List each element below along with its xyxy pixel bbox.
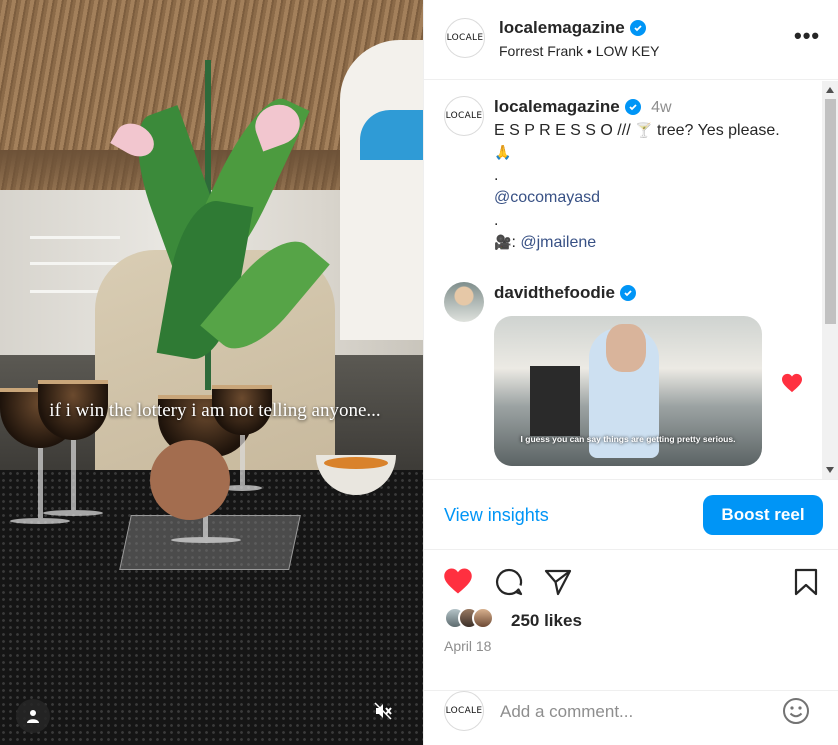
verified-badge-icon bbox=[619, 285, 636, 302]
author-avatar[interactable]: LOCALE bbox=[445, 18, 485, 58]
commenter-avatar[interactable] bbox=[444, 282, 484, 322]
caption-dot: . bbox=[494, 166, 499, 184]
save-button[interactable] bbox=[793, 567, 823, 597]
comment-icon bbox=[496, 568, 523, 596]
view-insights-link[interactable]: View insights bbox=[444, 505, 549, 526]
bookmark-icon bbox=[794, 568, 818, 596]
comment-body: davidthefoodie bbox=[494, 282, 814, 306]
post-date[interactable]: April 18 bbox=[444, 638, 491, 654]
comment-button[interactable] bbox=[494, 567, 524, 597]
paper-plane-icon bbox=[544, 569, 572, 596]
smiley-icon bbox=[783, 698, 809, 724]
mention-link[interactable]: @jmailene bbox=[520, 234, 596, 251]
shelf bbox=[30, 262, 120, 265]
verified-badge-icon bbox=[624, 99, 641, 116]
post-actions: 250 likes April 18 bbox=[424, 551, 838, 691]
more-options-icon[interactable]: ••• bbox=[794, 25, 820, 47]
mute-button[interactable] bbox=[366, 694, 400, 728]
comment-username[interactable]: davidthefoodie bbox=[494, 282, 636, 305]
scrollbar-thumb[interactable] bbox=[825, 99, 836, 324]
video-camera-emoji: 🎥 bbox=[494, 235, 512, 251]
heart-filled-icon bbox=[782, 373, 802, 393]
liker-avatar bbox=[472, 607, 494, 629]
caption-line-1: E S P R E S S O /// 🍸 tree? Yes please. bbox=[494, 121, 780, 139]
author-username[interactable]: localemagazine bbox=[499, 18, 646, 38]
comment-gif[interactable]: I guess you can say things are getting p… bbox=[494, 316, 762, 466]
blue-window bbox=[360, 110, 423, 160]
comment-body: localemagazine 4w E S P R E S S O /// 🍸 … bbox=[494, 96, 814, 255]
heart-filled-icon bbox=[444, 568, 472, 594]
add-comment-bar: LOCALE bbox=[424, 691, 838, 745]
reel-video[interactable]: if i win the lottery i am not telling an… bbox=[0, 0, 423, 745]
post-side-panel: LOCALE localemagazine Forrest Frank • LO… bbox=[423, 0, 838, 745]
verified-badge-icon bbox=[629, 20, 646, 36]
tagged-users-button[interactable] bbox=[16, 699, 50, 733]
bartender-hand bbox=[150, 440, 230, 520]
video-caption: if i win the lottery i am not telling an… bbox=[49, 400, 381, 421]
volume-muted-icon bbox=[374, 702, 392, 720]
scroll-down-arrow-icon[interactable] bbox=[826, 467, 834, 473]
caption-dot: . bbox=[494, 211, 499, 229]
cocktail-emoji: 🍸 bbox=[635, 122, 653, 139]
comment-time[interactable]: 4w bbox=[651, 99, 671, 116]
likes-count[interactable]: 250 likes bbox=[511, 611, 582, 631]
mention-link[interactable]: @cocomayasd bbox=[494, 189, 600, 206]
emoji-picker-button[interactable] bbox=[781, 696, 811, 726]
boost-reel-button[interactable]: Boost reel bbox=[703, 495, 823, 535]
liker-avatars[interactable] bbox=[444, 607, 494, 629]
comment-username[interactable]: localemagazine bbox=[494, 96, 641, 119]
comments-list[interactable]: LOCALE localemagazine 4w E S P R E S S O… bbox=[424, 81, 838, 479]
scroll-up-arrow-icon[interactable] bbox=[826, 87, 834, 93]
comment-like-button[interactable] bbox=[781, 373, 803, 398]
share-button[interactable] bbox=[543, 567, 573, 597]
audio-track[interactable]: Forrest Frank • LOW KEY bbox=[499, 43, 660, 59]
comment-input[interactable] bbox=[500, 701, 770, 723]
author-avatar[interactable]: LOCALE bbox=[444, 96, 484, 136]
arch bbox=[340, 40, 423, 340]
user-icon bbox=[27, 710, 39, 723]
like-button[interactable] bbox=[443, 567, 473, 597]
comments-scrollbar[interactable] bbox=[822, 81, 838, 479]
shelf bbox=[30, 236, 120, 239]
current-user-avatar: LOCALE bbox=[444, 691, 484, 731]
pray-emoji: 🙏 bbox=[494, 145, 512, 161]
post-header: LOCALE localemagazine Forrest Frank • LO… bbox=[424, 0, 838, 80]
insights-bar: View insights Boost reel bbox=[424, 479, 838, 550]
gif-caption: I guess you can say things are getting p… bbox=[520, 434, 736, 444]
